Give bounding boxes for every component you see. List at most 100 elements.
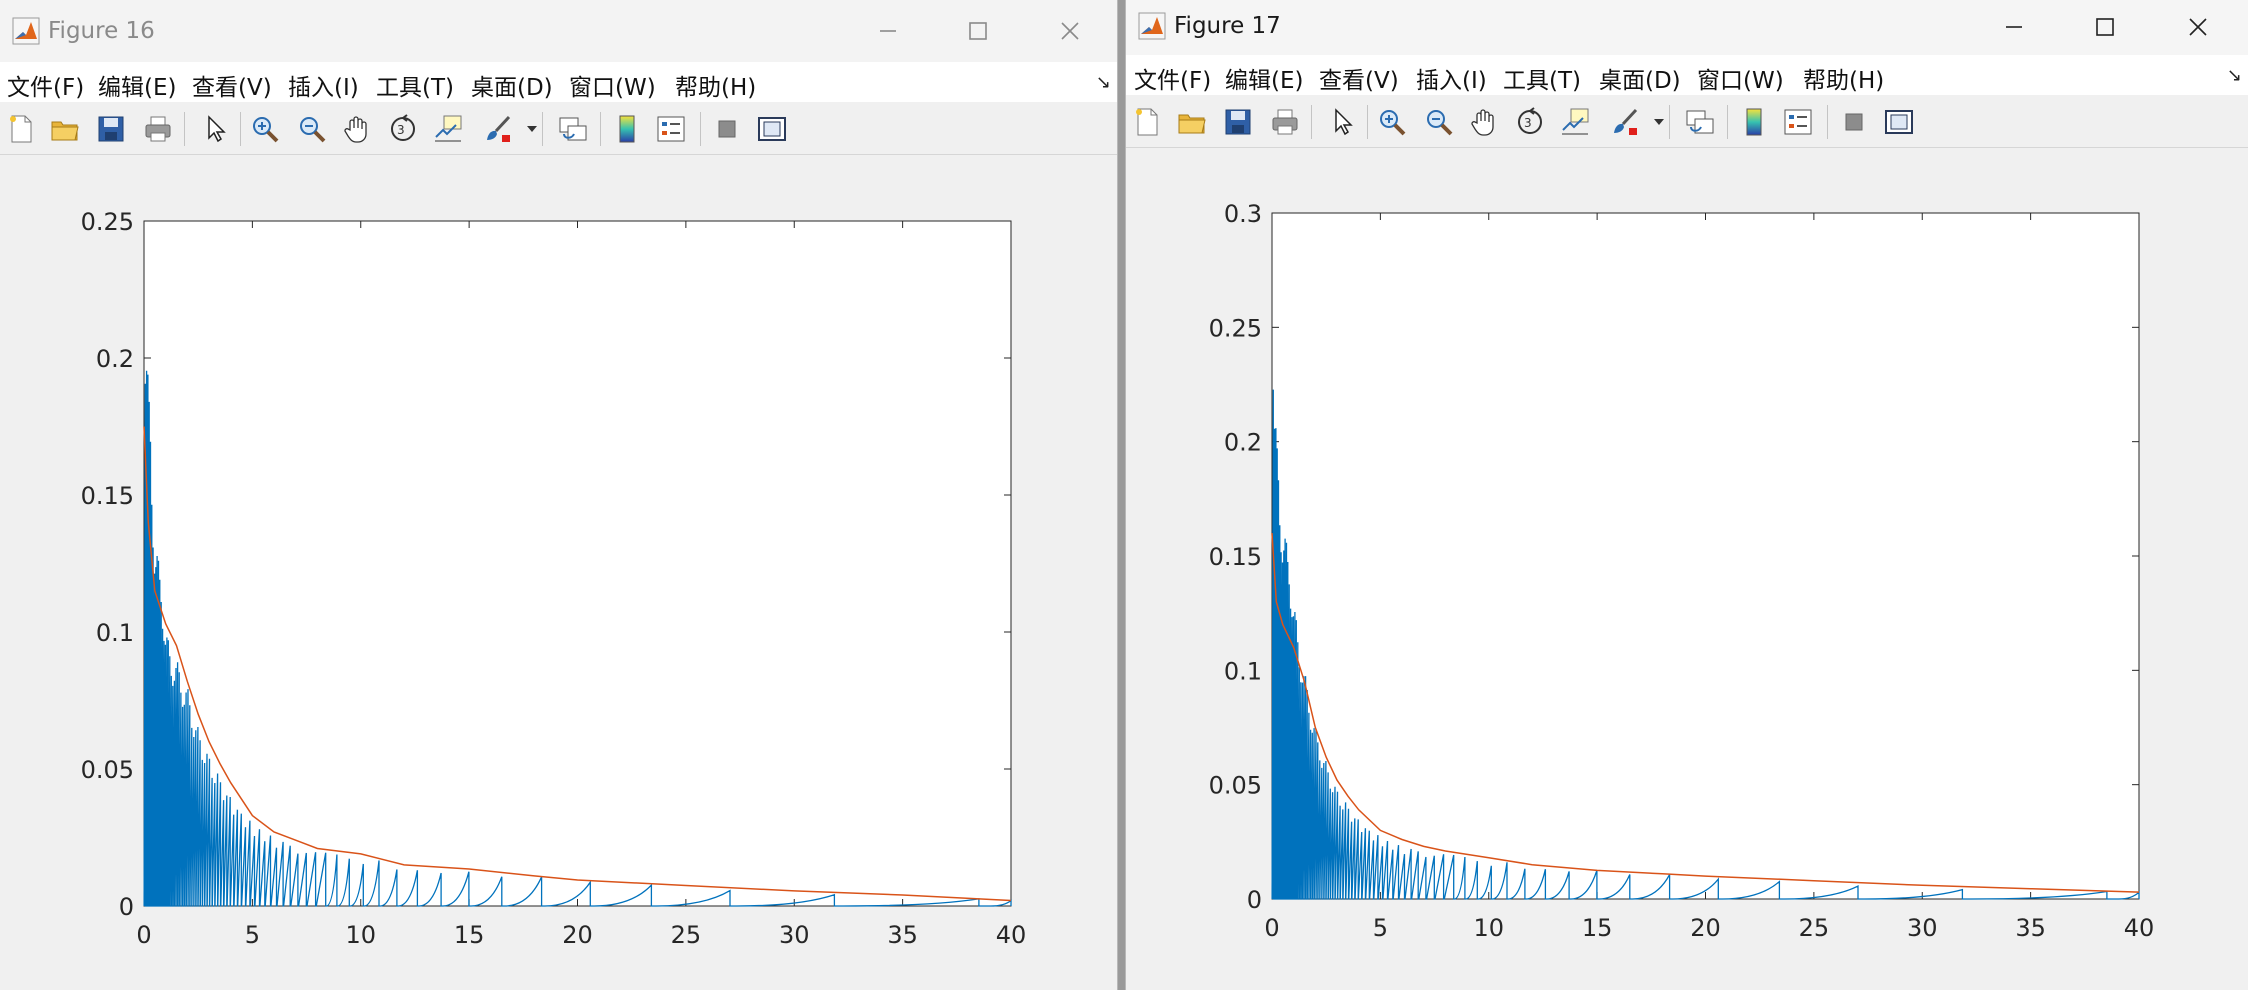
- rotate-3d-icon: 3: [1518, 107, 1542, 134]
- minimize-button[interactable]: [856, 8, 920, 54]
- edit-plot-button[interactable]: [1325, 105, 1359, 139]
- new-figure-button[interactable]: [4, 112, 38, 146]
- dock-arrow-icon[interactable]: ↘: [2227, 65, 2242, 86]
- x-tick-label: 20: [562, 921, 593, 949]
- maximize-button[interactable]: [2073, 4, 2137, 50]
- menu-file[interactable]: 文件(F): [7, 68, 84, 102]
- close-icon: [1061, 22, 1079, 40]
- colorbar-icon: [619, 115, 635, 143]
- menu-help[interactable]: 帮助(H): [1803, 61, 1884, 95]
- link-plot-button[interactable]: [1683, 105, 1717, 139]
- menu-tools[interactable]: 工具(T): [1503, 61, 1581, 95]
- hand-pan-icon: [1471, 109, 1494, 136]
- title-bar[interactable]: Figure 17: [1126, 0, 2248, 55]
- menu-desktop[interactable]: 桌面(D): [1599, 61, 1681, 95]
- zoom-in-button[interactable]: [1375, 105, 1409, 139]
- open-file-button[interactable]: [1175, 105, 1209, 139]
- menu-window[interactable]: 窗口(W): [1697, 61, 1784, 95]
- x-tick-label: 15: [1582, 914, 1613, 942]
- new-figure-button[interactable]: [1130, 105, 1164, 139]
- link-plot-button[interactable]: [556, 112, 590, 146]
- rotate-3d-button[interactable]: 3: [386, 112, 420, 146]
- toolbar: 3: [0, 102, 1117, 155]
- y-tick-label: 0.3: [1224, 200, 1262, 228]
- x-tick-label: 0: [136, 921, 151, 949]
- x-tick-label: 35: [887, 921, 918, 949]
- menu-insert[interactable]: 插入(I): [1416, 61, 1487, 95]
- title-bar[interactable]: Figure 16: [0, 0, 1117, 62]
- open-file-button[interactable]: [48, 112, 82, 146]
- minimize-icon: [880, 30, 896, 32]
- axes-box: [1271, 212, 2140, 900]
- save-button[interactable]: [94, 112, 128, 146]
- menu-insert[interactable]: 插入(I): [288, 68, 359, 102]
- menu-bar: 文件(F) 编辑(E) 查看(V) 插入(I) 工具(T) 桌面(D) 窗口(W…: [1126, 55, 2248, 95]
- show-plot-tools-button[interactable]: [1882, 105, 1916, 139]
- x-tick-label: 5: [245, 921, 260, 949]
- menu-edit[interactable]: 编辑(E): [98, 68, 176, 102]
- brush-button[interactable]: [1608, 105, 1642, 139]
- insert-colorbar-button[interactable]: [1737, 105, 1771, 139]
- data-tip-icon: [1562, 108, 1589, 135]
- brush-button[interactable]: [481, 112, 515, 146]
- hand-pan-icon: [344, 116, 367, 143]
- colorbar-icon: [1746, 108, 1762, 136]
- hide-plot-tools-button[interactable]: [710, 112, 744, 146]
- y-tick-label: 0.15: [1209, 543, 1262, 571]
- x-tick-label: 35: [2015, 914, 2046, 942]
- insert-legend-button[interactable]: [654, 112, 688, 146]
- close-button[interactable]: [2166, 4, 2230, 50]
- menu-tools[interactable]: 工具(T): [376, 68, 454, 102]
- menu-view[interactable]: 查看(V): [192, 68, 272, 102]
- brush-dropdown-icon[interactable]: [1654, 119, 1664, 125]
- brush-dropdown-icon[interactable]: [527, 126, 537, 132]
- data-cursor-button[interactable]: [431, 112, 465, 146]
- x-tick-label: 40: [996, 921, 1027, 949]
- y-tick-label: 0.25: [81, 208, 134, 236]
- x-tick-label: 25: [671, 921, 702, 949]
- hide-tools-icon: [1845, 113, 1863, 131]
- menu-desktop[interactable]: 桌面(D): [471, 68, 553, 102]
- minimize-button[interactable]: [1982, 4, 2046, 50]
- menu-view[interactable]: 查看(V): [1319, 61, 1399, 95]
- brush-icon: [487, 115, 511, 142]
- svg-text:3: 3: [1524, 116, 1532, 130]
- menu-help[interactable]: 帮助(H): [675, 68, 756, 102]
- menu-window[interactable]: 窗口(W): [569, 68, 656, 102]
- x-tick-label: 10: [345, 921, 376, 949]
- zoom-out-button[interactable]: [295, 112, 329, 146]
- menu-file[interactable]: 文件(F): [1134, 61, 1211, 95]
- hide-plot-tools-button[interactable]: [1837, 105, 1871, 139]
- x-tick-label: 25: [1799, 914, 1830, 942]
- insert-legend-button[interactable]: [1781, 105, 1815, 139]
- print-button[interactable]: [1268, 105, 1302, 139]
- zoom-in-button[interactable]: [248, 112, 282, 146]
- save-button[interactable]: [1221, 105, 1255, 139]
- menu-edit[interactable]: 编辑(E): [1225, 61, 1303, 95]
- maximize-icon: [2096, 18, 2114, 36]
- zoom-out-icon: [1427, 110, 1453, 136]
- toolbar-separator: [1311, 105, 1312, 139]
- pan-button[interactable]: [1467, 105, 1501, 139]
- print-button[interactable]: [141, 112, 175, 146]
- close-button[interactable]: [1038, 8, 1102, 54]
- zoom-out-button[interactable]: [1422, 105, 1456, 139]
- y-tick-label: 0.25: [1209, 314, 1262, 342]
- y-tick-label: 0.2: [1224, 429, 1262, 457]
- arrow-pointer-icon: [208, 115, 226, 143]
- y-tick-label: 0.15: [81, 482, 134, 510]
- data-cursor-button[interactable]: [1558, 105, 1592, 139]
- zoom-out-icon: [300, 117, 326, 143]
- pan-button[interactable]: [340, 112, 374, 146]
- dock-arrow-icon[interactable]: ↘: [1096, 72, 1111, 93]
- data-tip-icon: [435, 115, 462, 142]
- maximize-button[interactable]: [946, 8, 1010, 54]
- brush-icon: [1614, 108, 1638, 135]
- show-plot-tools-button[interactable]: [755, 112, 789, 146]
- menu-bar: 文件(F) 编辑(E) 查看(V) 插入(I) 工具(T) 桌面(D) 窗口(W…: [0, 62, 1117, 102]
- edit-plot-button[interactable]: [198, 112, 232, 146]
- toolbar-separator: [700, 112, 701, 146]
- insert-colorbar-button[interactable]: [610, 112, 644, 146]
- x-tick-label: 15: [454, 921, 485, 949]
- rotate-3d-button[interactable]: 3: [1513, 105, 1547, 139]
